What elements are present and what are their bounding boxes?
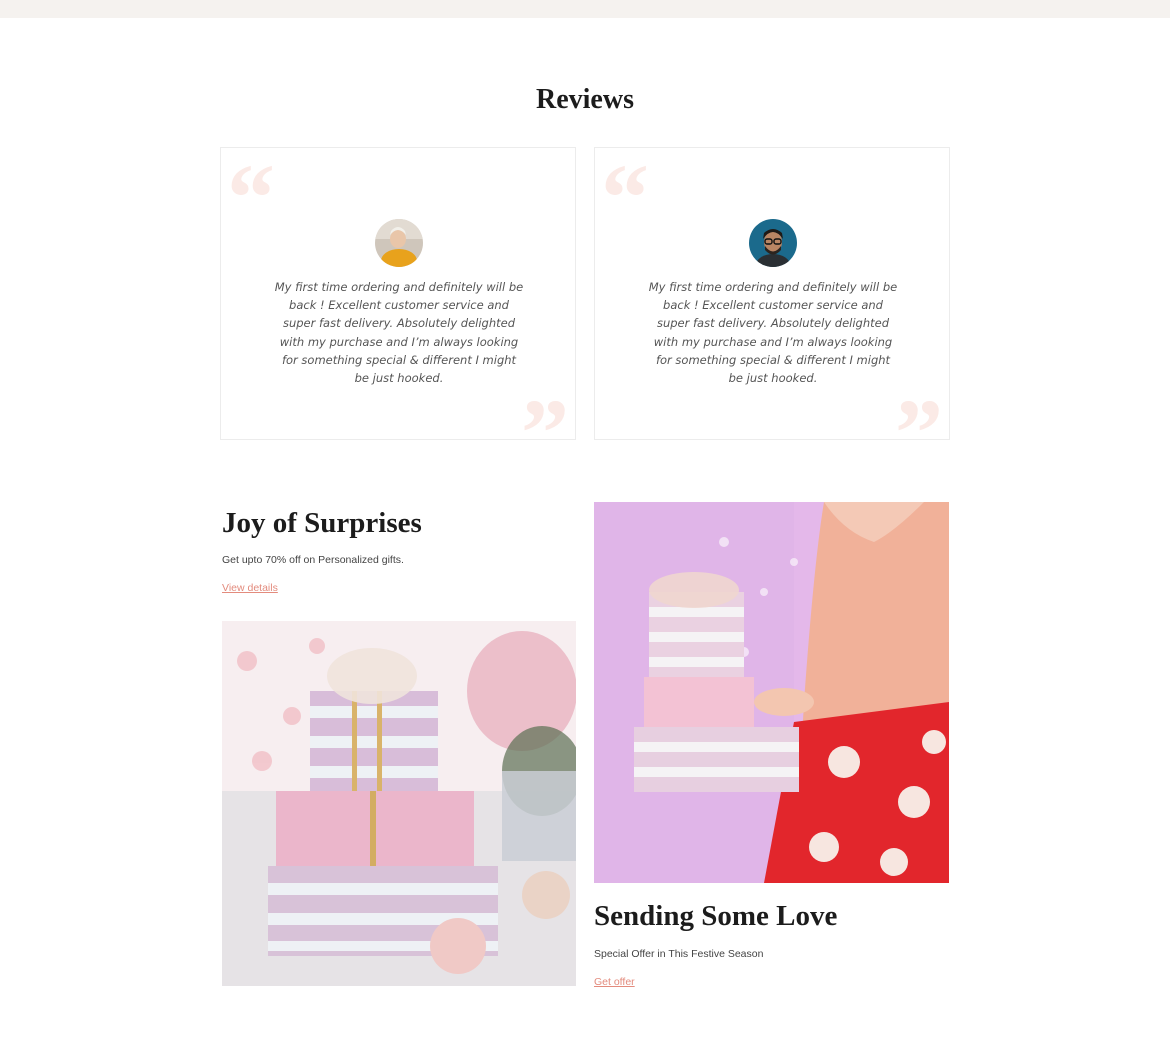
quote-close-icon: ” [895,379,943,486]
promo-title: Joy of Surprises [222,507,422,539]
top-strip [0,0,1170,18]
review-text: My first time ordering and definitely wi… [274,280,524,386]
view-details-link[interactable]: View details [222,582,278,594]
gift-boxes-photo [222,621,576,986]
review-card: “ My first time ordering and definitely … [594,144,950,481]
avatar-man-icon [749,219,797,267]
get-offer-link[interactable]: Get offer [594,976,635,988]
quote-open-icon: “ [227,144,275,251]
quote-open-icon: “ [601,144,649,251]
woman-holding-gifts-photo [594,502,949,883]
reviews-heading: Reviews [536,84,634,115]
quote-close-icon: ” [521,379,569,486]
promo-title: Sending Some Love [594,900,838,932]
review-card: “ My first time ordering and definitely … [220,144,576,481]
avatar-woman-icon [375,219,423,267]
promo-subtitle: Get upto 70% off on Personalized gifts. [222,554,404,566]
promo-subtitle: Special Offer in This Festive Season [594,948,764,960]
review-text: My first time ordering and definitely wi… [648,280,898,386]
